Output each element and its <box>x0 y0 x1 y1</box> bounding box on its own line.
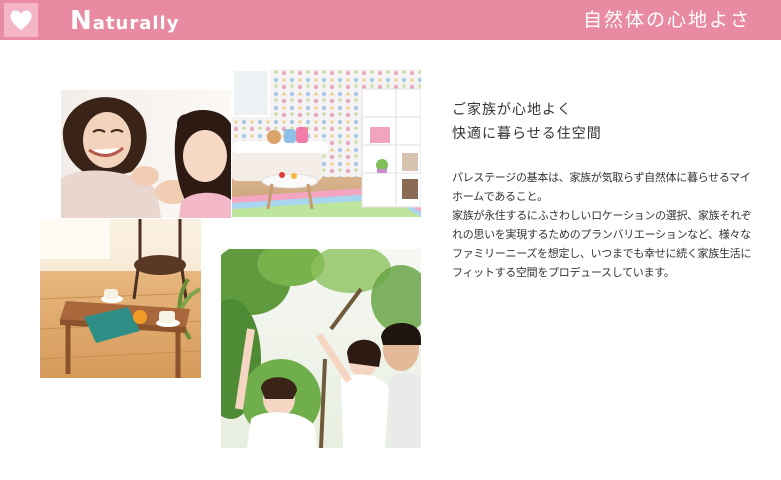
wooden-table-photo <box>40 219 201 378</box>
brand-logo: Naturally <box>70 6 179 39</box>
description-text: パレステージの基本は、家族が気取らず自然体に暮らせるマイホームであること。 家族… <box>452 168 757 282</box>
section-heading: ご家族が心地よく 快適に暮らせる住空間 <box>452 98 752 146</box>
mother-and-daughter-photo <box>61 90 231 218</box>
family-under-tree-photo <box>221 249 421 448</box>
heart-icon <box>10 10 32 30</box>
polka-dot-room-photo <box>232 69 421 217</box>
heading-line: 快適に暮らせる住空間 <box>452 126 602 142</box>
header-bar: Naturally 自然体の心地よさ <box>0 0 781 40</box>
heart-icon-box <box>4 3 38 37</box>
logo-rest: aturally <box>92 13 180 34</box>
description-paragraph: パレステージの基本は、家族が気取らず自然体に暮らせるマイホームであること。 <box>452 171 751 203</box>
heading-line: ご家族が心地よく <box>452 102 572 118</box>
logo-initial: N <box>70 6 93 36</box>
description-paragraph: 家族が永住するにふさわしいロケーションの選択、家族それぞれの思いを実現するための… <box>452 209 752 279</box>
header-tagline: 自然体の心地よさ <box>582 9 751 31</box>
